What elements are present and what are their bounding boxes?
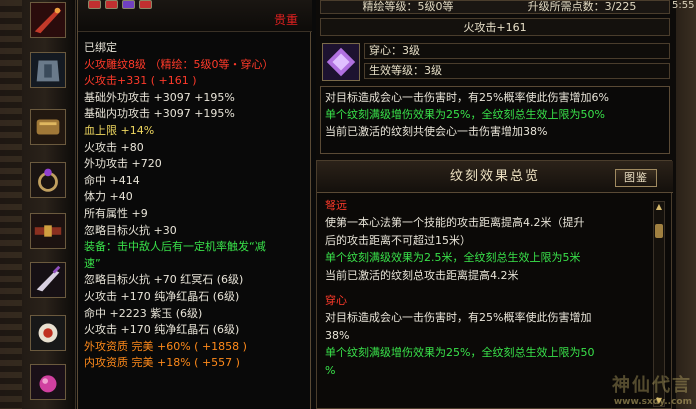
summary-line: 弩远 (325, 199, 347, 212)
stat-line: 基础外功攻击 +3097 +195% (84, 90, 235, 104)
engraving-panel: 精绘等级：5级0等 升级所需点数：3/225 火攻击+161 穿心：3级 生效等… (316, 0, 696, 409)
stat-line: 火攻击 +80 (84, 140, 144, 154)
summary-line: 穿心 (325, 293, 347, 307)
engraving-title: 火攻击+161 (320, 18, 670, 36)
equip-slot-belt[interactable] (30, 213, 66, 249)
stat-line: 火攻雕纹8级 （精绘：5级0等・穿心） (84, 57, 274, 71)
equip-slot-pendant[interactable] (30, 364, 66, 400)
equip-slot-boots[interactable] (30, 262, 66, 298)
gem-icon (31, 365, 65, 399)
summary-section: 穿心对目标造成会心一击伤害时，有25%概率使此伤害增加 38% 单个纹刻满级增伤效果… (325, 292, 645, 379)
description-line: 单个纹刻满级增伤效果为25%，全纹刻总生效上限为50% (325, 108, 605, 121)
clock-readout: 5:55 (672, 0, 695, 11)
stat-line: 速” (84, 256, 101, 270)
fine-level-label: 精绘等级：5级0等 (362, 0, 454, 13)
belt-icon (31, 214, 65, 248)
equip-slot-armor[interactable] (30, 52, 66, 88)
frame-edge-right (676, 0, 696, 409)
summary-line: 38% (325, 328, 350, 342)
stat-line: 命中 +2223 紫玉 (6级) (84, 306, 203, 320)
watermark-logo: 神仙代言 (612, 375, 692, 396)
stat-line: 已绑定 (84, 41, 117, 54)
summary-title: 纹刻效果总览 (449, 169, 540, 184)
item-tooltip: 贵重 已绑定火攻雕纹8级 （精绘：5级0等・穿心） 火攻击+331 ( +161 … (77, 0, 312, 409)
amulet-icon (31, 316, 65, 350)
equip-slot-amulet[interactable] (30, 315, 66, 351)
stat-line: 忽略目标火抗 +30 (84, 223, 177, 237)
stat-line: 血上限 +14% (84, 123, 155, 137)
engraving-description: 对目标造成会心一击伤害时，有25%概率使此伤害增加6% 单个纹刻满级增伤效果为25… (320, 86, 670, 154)
summary-section: 弩远使第一本心法第一个技能的攻击距离提高4.2米（提升 后的攻击距离不可超过15米… (325, 197, 645, 284)
stat-line: 内攻资质 完美 +18% ( +557 ) (84, 356, 240, 370)
pierce-level: 穿心：3级 (364, 43, 670, 59)
stat-line: 火攻击+331 ( +161 ) (84, 74, 197, 88)
summary-line: 对目标造成会心一击伤害时，有25%概率使此伤害增加 (325, 311, 592, 325)
effect-level: 生效等级：3级 (364, 63, 670, 79)
equip-slot-ring[interactable] (30, 162, 66, 198)
summary-line: % (325, 363, 336, 377)
ring-icon (31, 163, 65, 197)
level-bar: 精绘等级：5级0等 升级所需点数：3/225 (320, 0, 670, 14)
scroll-thumb[interactable] (655, 224, 663, 238)
summary-body: 弩远使第一本心法第一个技能的攻击距离提高4.2米（提升 后的攻击距离不可超过15米… (325, 197, 645, 407)
stat-line: 外攻资质 完美 +60% ( +1858 ) (84, 339, 247, 353)
watermark-url: www.sxdy..com (613, 397, 692, 407)
frame-edge (0, 0, 22, 409)
equip-slot-weapon[interactable] (30, 2, 66, 38)
sword-icon (31, 3, 65, 37)
stat-line: 体力 +40 (84, 190, 133, 204)
upgrade-points-label: 升级所需点数：3/225 (527, 0, 637, 13)
stat-line: 基础内功攻击 +3097 +195% (84, 107, 235, 121)
description-line: 当前已激活的纹刻共使会心一击伤害增加38% (325, 125, 548, 138)
summary-line: 使第一本心法第一个技能的攻击距离提高4.2米（提升 (325, 216, 585, 230)
socket-red-icon (139, 0, 152, 9)
item-rarity: 贵重 (273, 13, 298, 27)
summary-line: 单个纹刻满级增伤效果为25%，全纹刻总生效上限为50 (325, 346, 595, 360)
stat-line: 装备：击中敌人后有一定机率触发“减 (84, 240, 266, 254)
armor-icon (31, 53, 65, 87)
tooltip-header: 贵重 (78, 0, 312, 32)
socket-red-icon (88, 0, 101, 9)
socket-red-icon (105, 0, 118, 9)
weapon-blade-icon (31, 263, 65, 297)
stat-line: 火攻击 +170 纯净红晶石 (6级) (84, 289, 240, 303)
summary-line: 单个纹刻满级效果为2.5米，全纹刻总生效上限为5米 (325, 251, 581, 265)
bracer-icon (31, 110, 65, 144)
stat-line: 所有属性 +9 (84, 206, 148, 220)
stat-line: 火攻击 +170 纯净红晶石 (6级) (84, 323, 240, 337)
summary-header: 纹刻效果总览 图鉴 (317, 161, 673, 193)
engraving-skill-slot[interactable] (322, 43, 360, 81)
description-line: 对目标造成会心一击伤害时，有25%概率使此伤害增加6% (325, 91, 609, 104)
scroll-up-icon[interactable]: ▲ (654, 202, 664, 212)
socket-purple-icon (122, 0, 135, 9)
codex-button[interactable]: 图鉴 (615, 169, 657, 187)
stat-line: 外功攻击 +720 (84, 157, 162, 171)
equip-slot-bracers[interactable] (30, 109, 66, 145)
summary-line: 后的攻击距离不可超过15米） (325, 233, 471, 247)
summary-line: 当前已激活的纹刻总攻击距离提高4.2米 (325, 268, 519, 282)
tooltip-stat-list: 已绑定火攻雕纹8级 （精绘：5级0等・穿心） 火攻击+331 ( +161 ) 基础… (84, 40, 310, 372)
stat-line: 忽略目标火抗 +70 红冥石 (6级) (84, 273, 244, 287)
gem-socket-row (88, 0, 152, 9)
stat-line: 命中 +414 (84, 173, 140, 187)
watermark: 神仙代言 www.sxdy..com (612, 371, 692, 407)
equipment-column (0, 0, 76, 409)
engraving-icon (323, 44, 359, 80)
